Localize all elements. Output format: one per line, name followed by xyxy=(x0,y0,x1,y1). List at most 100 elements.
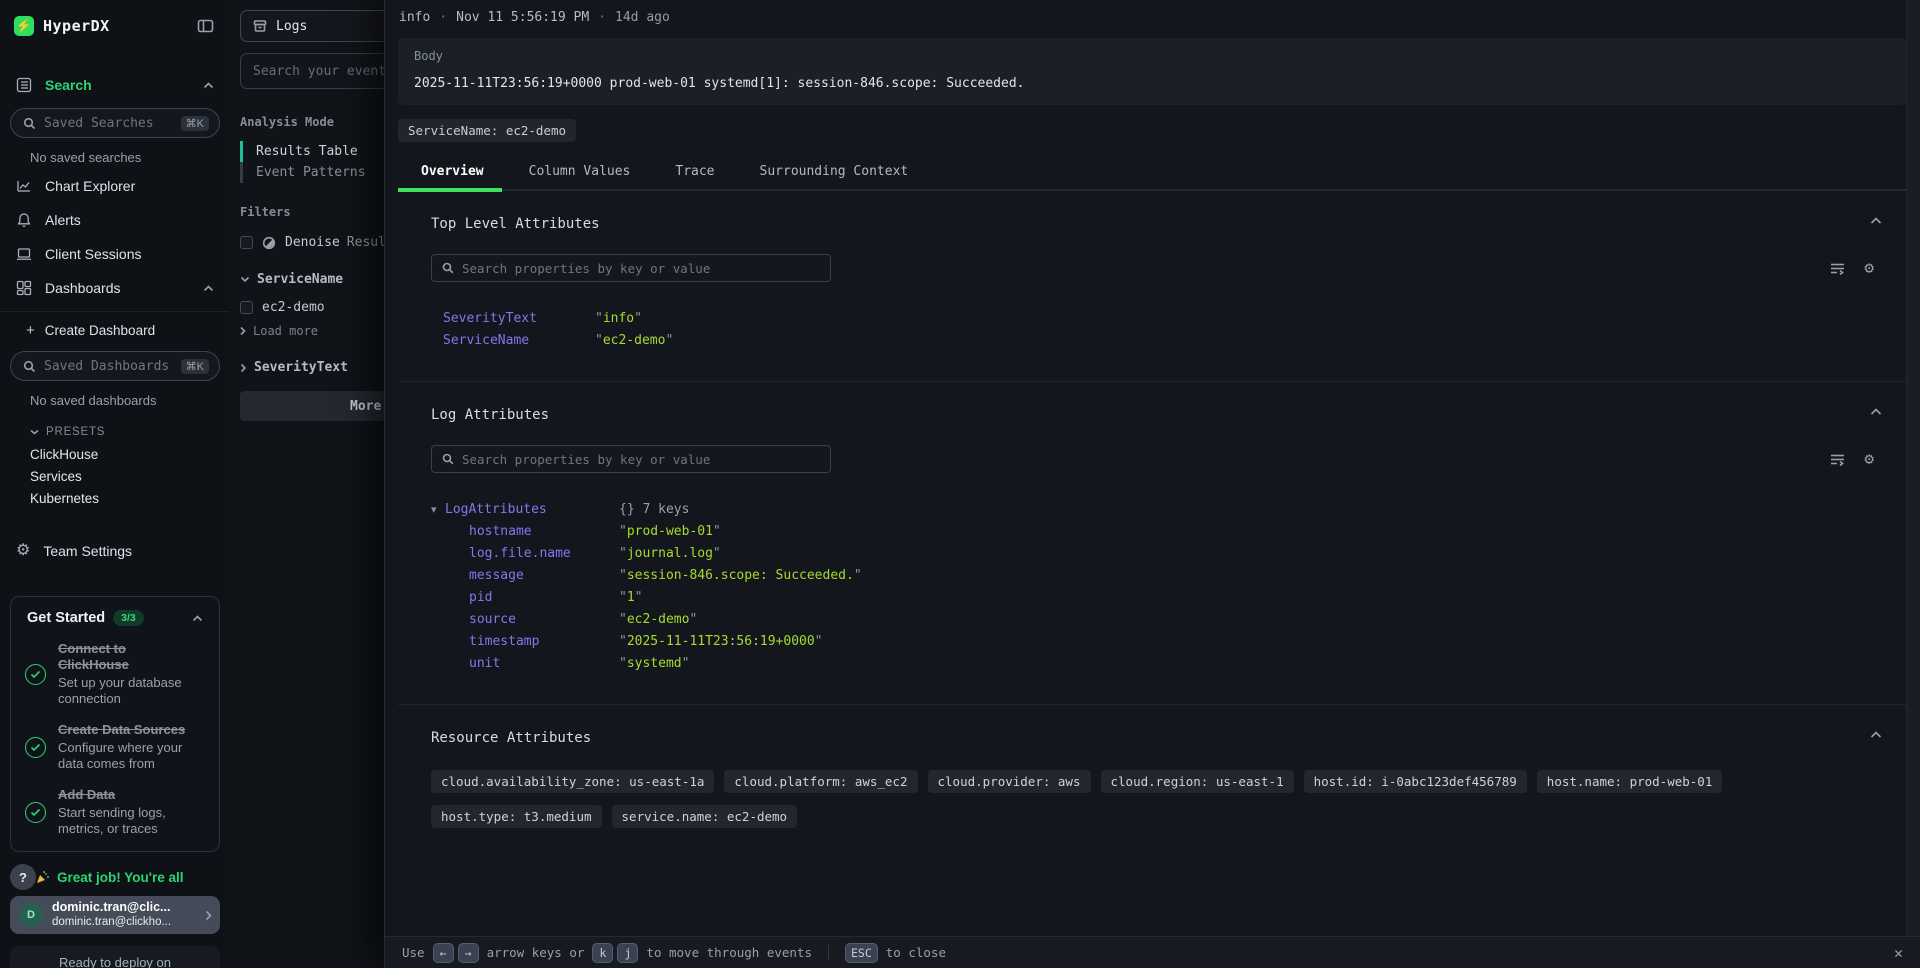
collapse-section-icon[interactable] xyxy=(1870,731,1882,739)
saved-dashboards-input[interactable] xyxy=(44,359,173,374)
attribute-key[interactable]: message xyxy=(457,568,619,583)
resource-chip[interactable]: cloud.provider: aws xyxy=(928,770,1091,793)
attribute-value[interactable]: 1 xyxy=(619,590,642,605)
avatar: D xyxy=(19,903,43,927)
sidebar-item-alerts[interactable]: Alerts xyxy=(0,203,230,237)
attribute-row: timestamp2025-11-11T23:56:19+0000 xyxy=(431,630,1886,652)
resource-chip[interactable]: cloud.platform: aws_ec2 xyxy=(724,770,917,793)
create-dashboard-button[interactable]: + Create Dashboard xyxy=(0,312,230,339)
tab-column-values[interactable]: Column Values xyxy=(529,157,631,189)
sidebar-item-label: Alerts xyxy=(45,212,81,228)
separator-dot: · xyxy=(439,10,447,25)
attribute-value[interactable]: ec2-demo xyxy=(619,612,697,627)
deploy-note-card[interactable]: Ready to deploy on xyxy=(10,946,220,968)
get-started-title: Get Started xyxy=(27,610,105,626)
scrollbar[interactable] xyxy=(1906,0,1920,936)
attribute-key[interactable]: timestamp xyxy=(457,634,619,649)
chevron-up-icon[interactable] xyxy=(203,285,214,292)
sidebar-item-chart-explorer[interactable]: Chart Explorer xyxy=(0,169,230,203)
help-button[interactable]: ? xyxy=(10,864,36,890)
properties-search-input[interactable] xyxy=(462,452,820,467)
attribute-key[interactable]: source xyxy=(457,612,619,627)
gear-icon[interactable]: ⚙ xyxy=(1864,260,1874,276)
sidebar-item-label: Dashboards xyxy=(45,280,121,296)
saved-searches-input[interactable] xyxy=(44,116,173,131)
service-name-tag[interactable]: ServiceName: ec2-demo xyxy=(398,119,576,142)
attribute-value[interactable]: info xyxy=(595,311,642,326)
event-header: info · Nov 11 5:56:19 PM · 14d ago xyxy=(398,10,1906,25)
search-icon xyxy=(23,117,36,130)
divider xyxy=(828,945,829,961)
arrow-left-key: ← xyxy=(433,943,454,963)
detail-tabs: Overview Column Values Trace Surrounding… xyxy=(398,157,1906,191)
relative-time: 14d ago xyxy=(615,10,670,25)
properties-search-input[interactable] xyxy=(462,261,820,276)
attribute-value[interactable]: journal.log xyxy=(619,546,721,561)
saved-dashboards-search[interactable]: ⌘K xyxy=(10,351,220,381)
wrap-lines-icon[interactable] xyxy=(1830,453,1845,466)
chevron-up-icon[interactable] xyxy=(192,615,203,622)
sidebar-item-team-settings[interactable]: ⚙ Team Settings xyxy=(0,534,230,568)
resource-chip[interactable]: host.name: prod-web-01 xyxy=(1537,770,1723,793)
attribute-key[interactable]: log.file.name xyxy=(457,546,619,561)
attribute-key[interactable]: ServiceName xyxy=(431,333,595,348)
step-subtitle: Set up your database connection xyxy=(58,675,205,707)
gear-icon[interactable]: ⚙ xyxy=(1864,451,1874,467)
properties-search-box[interactable] xyxy=(431,445,831,473)
get-started-step[interactable]: Connect to ClickHouse Set up your databa… xyxy=(23,641,207,707)
wrap-lines-icon[interactable] xyxy=(1830,262,1845,275)
caret-down-icon[interactable]: ▾ xyxy=(431,503,445,516)
get-started-header[interactable]: Get Started 3/3 xyxy=(23,610,207,626)
attribute-key[interactable]: unit xyxy=(457,656,619,671)
sidebar-item-label: Search xyxy=(45,77,92,93)
preset-services[interactable]: Services xyxy=(0,462,230,484)
chevron-up-icon[interactable] xyxy=(203,82,214,89)
attribute-value[interactable]: session-846.scope: Succeeded. xyxy=(619,568,862,583)
attribute-key[interactable]: hostname xyxy=(457,524,619,539)
check-circle-icon xyxy=(25,664,46,685)
attribute-value[interactable]: prod-web-01 xyxy=(619,524,721,539)
search-nav-icon xyxy=(16,77,32,93)
close-icon[interactable]: ✕ xyxy=(1894,944,1903,962)
preset-clickhouse[interactable]: ClickHouse xyxy=(0,440,230,462)
tab-overview[interactable]: Overview xyxy=(421,157,484,189)
chevron-right-icon xyxy=(205,910,212,921)
severity-text: info xyxy=(399,10,430,25)
saved-searches-search[interactable]: ⌘K xyxy=(10,108,220,138)
resource-chip[interactable]: cloud.availability_zone: us-east-1a xyxy=(431,770,714,793)
attribute-key[interactable]: pid xyxy=(457,590,619,605)
resource-chip[interactable]: cloud.region: us-east-1 xyxy=(1101,770,1294,793)
resource-chip[interactable]: service.name: ec2-demo xyxy=(612,805,798,828)
tab-trace[interactable]: Trace xyxy=(675,157,714,189)
create-dashboard-label: Create Dashboard xyxy=(45,323,155,338)
celebration-row: ? Great job! You're all xyxy=(0,852,230,890)
get-started-step[interactable]: Create Data Sources Configure where your… xyxy=(23,722,207,772)
sidebar-item-client-sessions[interactable]: Client Sessions xyxy=(0,237,230,271)
ec2-demo-checkbox[interactable] xyxy=(240,301,253,314)
collapse-section-icon[interactable] xyxy=(1870,217,1882,225)
preset-kubernetes[interactable]: Kubernetes xyxy=(0,484,230,506)
sidebar-item-search[interactable]: Search xyxy=(0,68,230,102)
attribute-value[interactable]: systemd xyxy=(619,656,689,671)
sidebar-item-dashboards[interactable]: Dashboards xyxy=(0,271,230,305)
collapse-section-icon[interactable] xyxy=(1870,408,1882,416)
denoise-icon xyxy=(262,236,276,250)
attribute-value[interactable]: 2025-11-11T23:56:19+0000 xyxy=(619,634,823,649)
attribute-key[interactable]: SeverityText xyxy=(431,311,595,326)
user-account-button[interactable]: D dominic.tran@clic... dominic.tran@clic… xyxy=(10,896,220,934)
keys-count: {} 7 keys xyxy=(619,502,689,517)
properties-search-box[interactable] xyxy=(431,254,831,282)
resource-chip[interactable]: host.id: i-0abc123def456789 xyxy=(1304,770,1527,793)
attribute-row: log.file.namejournal.log xyxy=(431,542,1886,564)
filter-group-label: SeverityText xyxy=(254,360,348,375)
collapse-sidebar-icon[interactable] xyxy=(197,18,214,34)
presets-toggle[interactable]: PRESETS xyxy=(0,412,230,440)
denoise-checkbox[interactable] xyxy=(240,236,253,249)
get-started-step[interactable]: Add Data Start sending logs, metrics, or… xyxy=(23,787,207,837)
resource-chip[interactable]: host.type: t3.medium xyxy=(431,805,602,828)
presets-label: PRESETS xyxy=(46,426,105,438)
attribute-value[interactable]: ec2-demo xyxy=(595,333,673,348)
attribute-key[interactable]: LogAttributes xyxy=(445,502,619,517)
section-log-attributes: Log Attributes ⚙ ▾ LogAttributes {} 7 ke… xyxy=(398,381,1906,704)
tab-surrounding-context[interactable]: Surrounding Context xyxy=(760,157,909,189)
